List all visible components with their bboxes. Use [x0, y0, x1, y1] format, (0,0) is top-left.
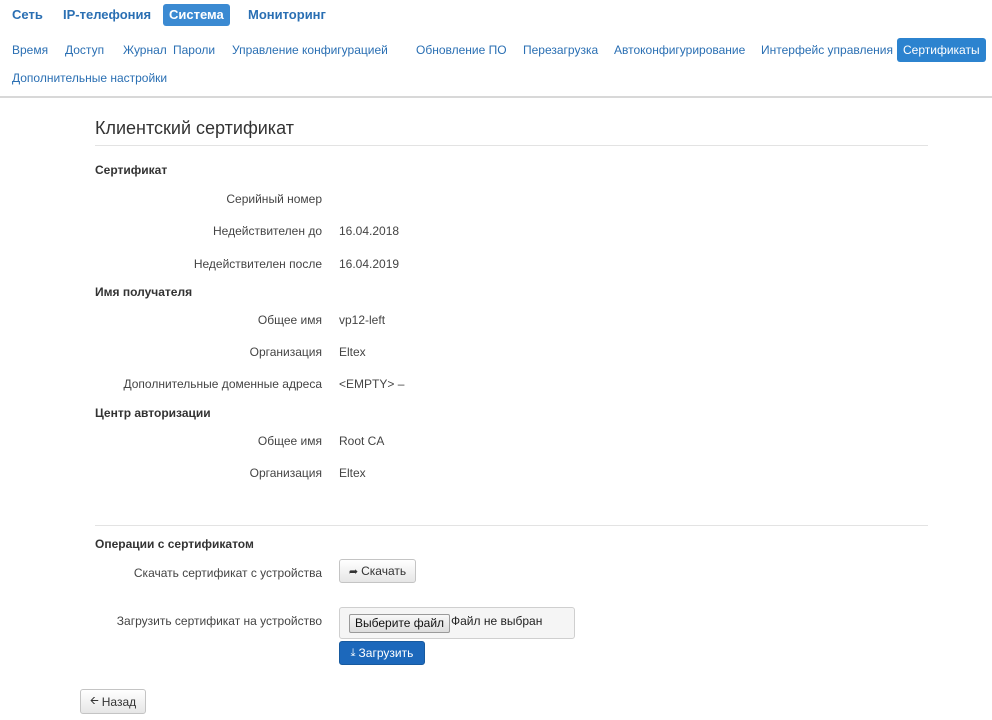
upload-label: Загрузить сертификат на устройство — [116, 614, 322, 628]
download-button[interactable]: ➦ Скачать — [339, 559, 416, 583]
file-status: Файл не выбран — [451, 614, 543, 628]
not-after-value: 16.04.2019 — [339, 257, 400, 271]
serial-label: Серийный номер — [226, 192, 322, 206]
not-before-label: Недействителен до — [213, 224, 322, 238]
operations-divider — [95, 525, 928, 526]
top-nav-monitoring[interactable]: Мониторинг — [242, 4, 332, 26]
subject-org-value: Eltex — [339, 345, 366, 359]
back-button-label: Назад — [101, 694, 137, 709]
share-arrow-icon: ➦ — [348, 565, 359, 578]
page-title: Клиентский сертификат — [95, 118, 294, 138]
tab-time[interactable]: Время — [6, 38, 54, 62]
subject-cn-value: vp12-left — [339, 313, 386, 327]
issuer-cn-value: Root CA — [339, 434, 385, 448]
subject-san-label: Дополнительные доменные адреса — [123, 377, 322, 391]
top-nav: Сеть IP-телефония Система Мониторинг — [0, 0, 992, 34]
tab-management-interface[interactable]: Интерфейс управления — [755, 38, 899, 62]
tab-access[interactable]: Доступ — [59, 38, 110, 62]
top-nav-system[interactable]: Система — [163, 4, 230, 26]
operations-heading: Операции с сертификатом — [95, 537, 254, 551]
not-before-value: 16.04.2018 — [339, 224, 400, 238]
arrow-left-icon: 🡨 — [89, 695, 99, 707]
tab-reboot[interactable]: Перезагрузка — [517, 38, 604, 62]
upload-icon: ⤓ — [350, 646, 356, 659]
not-after-label: Недействителен после — [193, 257, 322, 271]
sub-nav: Время Доступ Журнал Пароли Управление ко… — [0, 38, 992, 94]
title-divider — [95, 145, 928, 146]
tab-config-management[interactable]: Управление конфигурацией — [226, 38, 394, 62]
tab-certificates[interactable]: Сертификаты — [897, 38, 986, 62]
tab-firmware-update[interactable]: Обновление ПО — [410, 38, 513, 62]
issuer-heading: Центр авторизации — [95, 406, 211, 420]
upload-button-label: Загрузить — [358, 646, 414, 660]
subject-heading: Имя получателя — [95, 285, 193, 299]
subject-org-label: Организация — [249, 345, 322, 359]
tab-advanced-settings[interactable]: Дополнительные настройки — [6, 66, 173, 90]
tab-autoconfig[interactable]: Автоконфигурирование — [608, 38, 751, 62]
certificate-heading: Сертификат — [95, 163, 168, 177]
subject-san-value: <EMPTY> – — [339, 377, 405, 391]
top-nav-network[interactable]: Сеть — [6, 4, 49, 26]
download-button-label: Скачать — [361, 564, 407, 578]
choose-file-button[interactable]: Выберите файл — [349, 614, 451, 633]
issuer-org-label: Организация — [249, 466, 322, 480]
top-nav-ip-telephony[interactable]: IP-телефония — [57, 4, 157, 26]
issuer-org-value: Eltex — [339, 466, 366, 480]
nav-divider — [0, 96, 992, 98]
tab-log[interactable]: Журнал — [117, 38, 173, 62]
subject-cn-label: Общее имя — [257, 313, 322, 327]
tab-passwords[interactable]: Пароли — [167, 38, 221, 62]
download-label: Скачать сертификат с устройства — [133, 566, 322, 580]
upload-button[interactable]: ⤓ Загрузить — [339, 641, 425, 665]
file-input[interactable]: Выберите файл Файл не выбран — [339, 607, 575, 639]
issuer-cn-label: Общее имя — [257, 434, 322, 448]
back-button[interactable]: 🡨 Назад — [80, 689, 146, 714]
